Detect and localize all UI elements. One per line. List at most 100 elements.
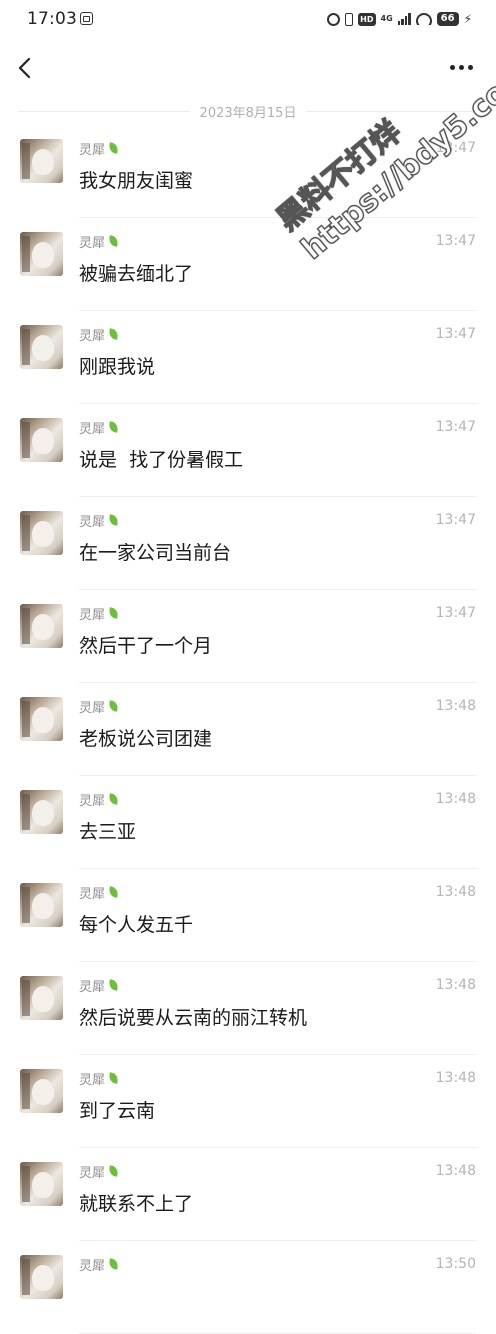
sender-name: 灵犀 — [79, 790, 119, 809]
leaf-icon — [107, 608, 119, 620]
message-row[interactable]: 灵犀 13:47 我女朋友闺蜜 — [0, 125, 496, 218]
message-row[interactable]: 灵犀 13:47 在一家公司当前台 — [0, 497, 496, 590]
avatar[interactable] — [20, 976, 63, 1020]
avatar[interactable] — [20, 1069, 63, 1113]
sender-name-text: 灵犀 — [79, 980, 106, 995]
sender-name: 灵犀 — [79, 976, 119, 995]
sender-name: 灵犀 — [79, 418, 119, 437]
date-label: 2023年8月15日 — [199, 105, 297, 121]
sender-name-text: 灵犀 — [79, 887, 106, 902]
avatar[interactable] — [20, 418, 63, 462]
leaf-icon — [107, 422, 119, 434]
message-row[interactable]: 灵犀 13:47 然后干了一个月 — [0, 590, 496, 683]
sender-name: 灵犀 — [79, 139, 119, 158]
sender-name: 灵犀 — [79, 325, 119, 344]
message-text[interactable]: 到了云南 — [79, 1096, 155, 1123]
message-time: 13:47 — [435, 233, 476, 249]
leaf-icon — [107, 515, 119, 527]
avatar[interactable] — [20, 232, 63, 276]
vibrate-icon — [345, 12, 354, 26]
alarm-icon — [327, 12, 341, 26]
message-text[interactable]: 老板说公司团建 — [79, 724, 212, 751]
back-arrow-icon[interactable] — [16, 56, 34, 80]
signal-icon — [397, 13, 411, 25]
avatar[interactable] — [20, 697, 63, 741]
avatar[interactable] — [20, 1162, 63, 1206]
message-text[interactable]: 然后说要从云南的丽江转机 — [79, 1003, 307, 1030]
nav-bar — [0, 38, 496, 96]
message-time: 13:48 — [435, 698, 476, 714]
avatar[interactable] — [20, 604, 63, 648]
sender-name: 灵犀 — [79, 1162, 119, 1181]
message-text[interactable]: 然后干了一个月 — [79, 631, 212, 658]
sender-name-text: 灵犀 — [79, 608, 106, 623]
sender-name-text: 灵犀 — [79, 422, 106, 437]
battery-icon: 66 — [436, 12, 459, 26]
leaf-icon — [107, 794, 119, 806]
leaf-icon — [107, 236, 119, 248]
sender-name-text: 灵犀 — [79, 143, 106, 158]
message-row[interactable]: 灵犀 13:47 说是 找了份暑假工 — [0, 404, 496, 497]
message-time: 13:48 — [435, 1163, 476, 1179]
leaf-icon — [107, 1259, 119, 1271]
message-text[interactable]: 被骗去缅北了 — [79, 259, 193, 286]
message-row[interactable]: 灵犀 13:48 每个人发五千 — [0, 869, 496, 962]
message-text[interactable]: 去三亚 — [79, 817, 136, 844]
avatar[interactable] — [20, 325, 63, 369]
avatar[interactable] — [20, 790, 63, 834]
message-time: 13:48 — [435, 884, 476, 900]
message-time: 13:48 — [435, 791, 476, 807]
date-separator: 2023年8月15日 — [18, 100, 478, 122]
sender-name: 灵犀 — [79, 883, 119, 902]
hd-icon: HD — [358, 12, 376, 26]
message-time: 13:48 — [435, 977, 476, 993]
sender-name-text: 灵犀 — [79, 1073, 106, 1088]
message-row[interactable]: 灵犀 13:48 到了云南 — [0, 1055, 496, 1148]
message-time: 13:47 — [435, 140, 476, 156]
sender-name: 灵犀 — [79, 697, 119, 716]
sender-name: 灵犀 — [79, 1255, 119, 1274]
wifi-icon — [415, 13, 432, 25]
message-text[interactable]: 就联系不上了 — [79, 1189, 193, 1216]
message-text[interactable]: 我女朋友闺蜜 — [79, 166, 193, 193]
message-row[interactable]: 灵犀 13:48 去三亚 — [0, 776, 496, 869]
message-text[interactable]: 每个人发五千 — [79, 910, 193, 937]
message-row[interactable]: 灵犀 13:50 — [0, 1241, 496, 1334]
avatar[interactable] — [20, 883, 63, 927]
sender-name-text: 灵犀 — [79, 1166, 106, 1181]
message-row[interactable]: 灵犀 13:47 被骗去缅北了 — [0, 218, 496, 311]
message-time: 13:47 — [435, 419, 476, 435]
leaf-icon — [107, 143, 119, 155]
message-row[interactable]: 灵犀 13:48 然后说要从云南的丽江转机 — [0, 962, 496, 1055]
status-time: 17:03 — [27, 9, 77, 29]
avatar[interactable] — [20, 511, 63, 555]
sender-name: 灵犀 — [79, 511, 119, 530]
message-text[interactable]: 刚跟我说 — [79, 352, 155, 379]
sender-name: 灵犀 — [79, 1069, 119, 1088]
status-bar: 17:03 HD 4G 66 ⚡ — [0, 0, 496, 38]
leaf-icon — [107, 329, 119, 341]
message-text[interactable]: 说是 找了份暑假工 — [79, 445, 243, 472]
more-options-icon[interactable] — [448, 60, 474, 74]
message-time: 13:48 — [435, 1070, 476, 1086]
avatar[interactable] — [20, 1255, 63, 1299]
sender-name-text: 灵犀 — [79, 794, 106, 809]
leaf-icon — [107, 887, 119, 899]
sender-name-text: 灵犀 — [79, 515, 106, 530]
leaf-icon — [107, 1073, 119, 1085]
leaf-icon — [107, 701, 119, 713]
message-time: 13:50 — [435, 1256, 476, 1272]
message-time: 13:47 — [435, 605, 476, 621]
message-time: 13:47 — [435, 326, 476, 342]
sender-name-text: 灵犀 — [79, 1259, 106, 1274]
message-row[interactable]: 灵犀 13:48 老板说公司团建 — [0, 683, 496, 776]
avatar[interactable] — [20, 139, 63, 183]
4g-icon: 4G — [380, 14, 393, 23]
sender-name: 灵犀 — [79, 604, 119, 623]
message-row[interactable]: 灵犀 13:48 就联系不上了 — [0, 1148, 496, 1241]
message-text[interactable]: 在一家公司当前台 — [79, 538, 231, 565]
leaf-icon — [107, 980, 119, 992]
message-row[interactable]: 灵犀 13:47 刚跟我说 — [0, 311, 496, 404]
status-icons: HD 4G 66 ⚡ — [327, 10, 472, 28]
charging-icon: ⚡ — [463, 12, 472, 26]
